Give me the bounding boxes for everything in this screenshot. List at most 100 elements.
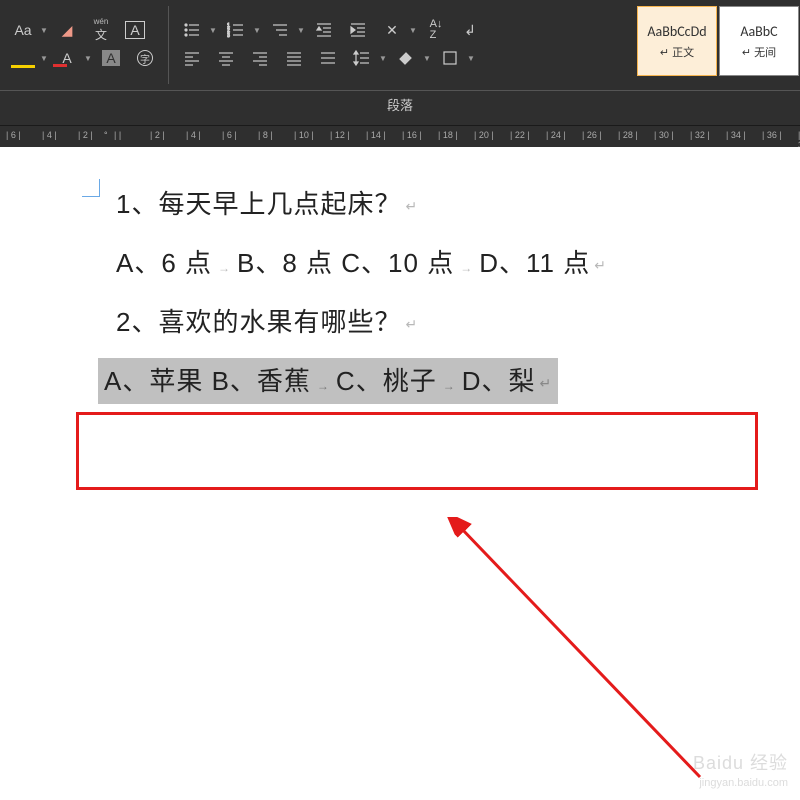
dropdown-icon[interactable]: ▼ — [209, 26, 217, 35]
text-line[interactable]: 2、喜欢的水果有哪些？↵ — [116, 303, 798, 342]
dropdown-icon[interactable]: ▼ — [379, 54, 387, 63]
align-center-button[interactable] — [211, 45, 241, 71]
ruler-tick: | 12 | — [330, 130, 350, 140]
watermark: Baidu 经验 jingyan.baidu.com — [693, 752, 788, 790]
ruler-tick: | 6 | — [6, 130, 21, 140]
align-right-button[interactable] — [245, 45, 275, 71]
ruler-tick: | 26 | — [582, 130, 602, 140]
selected-text[interactable]: A、苹果 B、香蕉→C、桃子→D、梨↵ — [98, 358, 558, 404]
show-marks-button[interactable]: ↲ — [455, 17, 485, 43]
ruler-tick: | 16 | — [402, 130, 422, 140]
text-line[interactable]: A、6 点→B、8 点 C、10 点→D、11 点↵ — [116, 244, 798, 283]
ruler-tick: | 8 | — [258, 130, 273, 140]
distribute-icon — [319, 49, 337, 67]
outdent-icon — [315, 21, 333, 39]
change-case-button[interactable]: Aa — [8, 17, 38, 43]
highlight-color-button[interactable] — [8, 45, 38, 71]
paragraph-mark-icon: ↵ — [405, 316, 418, 332]
ruler-tick: | 30 | — [654, 130, 674, 140]
dropdown-icon[interactable]: ▼ — [297, 26, 305, 35]
borders-button[interactable] — [435, 45, 465, 71]
line-spacing-icon — [353, 49, 371, 67]
ruler-tick: | 4 | — [42, 130, 57, 140]
ruler-tick: | 2 | — [78, 130, 93, 140]
text-line-selected[interactable]: A、苹果 B、香蕉→C、桃子→D、梨↵ — [98, 362, 798, 401]
font-color-button[interactable]: A — [52, 45, 82, 71]
ribbon: Aa▼ ◢ wén 文 A ▼ A▼ A 字 ▼ 123▼ ▼ — [0, 0, 800, 125]
bullets-button[interactable] — [177, 17, 207, 43]
paragraph-mark-icon: ↵ — [594, 257, 607, 273]
ruler-tick: | 24 | — [546, 130, 566, 140]
ruler-tick: | 14 | — [366, 130, 386, 140]
bullets-icon — [183, 21, 201, 39]
style-name-text: ↵ 无间 — [742, 44, 776, 60]
paragraph-mark-icon: ↵ — [405, 198, 418, 214]
ruler-tick: | 32 | — [690, 130, 710, 140]
svg-text:3: 3 — [227, 33, 230, 39]
paint-bucket-icon — [397, 49, 415, 67]
numbering-icon: 123 — [227, 21, 245, 39]
watermark-url: jingyan.baidu.com — [693, 776, 788, 790]
ruler-tick: | 20 | — [474, 130, 494, 140]
font-group: Aa▼ ◢ wén 文 A ▼ A▼ A 字 — [0, 0, 168, 90]
page-content[interactable]: 1、每天早上几点起床？↵ A、6 点→B、8 点 C、10 点→D、11 点↵ … — [98, 147, 798, 421]
asian-layout-button[interactable]: ✕ — [377, 17, 407, 43]
styles-gallery: AaBbCcDd ↵ 正文 AaBbC ↵ 无间 — [636, 0, 800, 90]
text-line[interactable]: 1、每天早上几点起床？↵ — [116, 185, 798, 224]
style-nospacing[interactable]: AaBbC ↵ 无间 — [719, 6, 799, 76]
increase-indent-button[interactable] — [343, 17, 373, 43]
annotation-highlight-box — [76, 412, 758, 490]
character-shading-button[interactable]: A — [96, 45, 126, 71]
indent-icon — [349, 21, 367, 39]
decrease-indent-button[interactable] — [309, 17, 339, 43]
line-spacing-button[interactable] — [347, 45, 377, 71]
align-left-button[interactable] — [177, 45, 207, 71]
ruler-tick: | 2 | — [150, 130, 165, 140]
dropdown-icon[interactable]: ▼ — [40, 26, 48, 35]
multilevel-list-button[interactable] — [265, 17, 295, 43]
align-justify-button[interactable] — [279, 45, 309, 71]
borders-icon — [441, 49, 459, 67]
question-1-options[interactable]: A、6 点→B、8 点 C、10 点→D、11 点 — [116, 248, 590, 278]
ruler-tick: | 22 | — [510, 130, 530, 140]
numbering-button[interactable]: 123 — [221, 17, 251, 43]
dropdown-icon[interactable]: ▼ — [423, 54, 431, 63]
phonetic-guide-button[interactable]: wén 文 — [86, 17, 116, 43]
dropdown-icon[interactable]: ▼ — [84, 54, 92, 63]
ruler-tick: | 28 | — [618, 130, 638, 140]
align-justify-icon — [285, 49, 303, 67]
align-right-icon — [251, 49, 269, 67]
sort-button[interactable]: A↓Z — [421, 17, 451, 43]
dropdown-icon[interactable]: ▼ — [409, 26, 417, 35]
style-normal[interactable]: AaBbCcDd ↵ 正文 — [637, 6, 717, 76]
ruler-tick: | 10 | — [294, 130, 314, 140]
paragraph-group: ▼ 123▼ ▼ ✕▼ A↓Z ↲ ▼ ▼ ▼ — [169, 0, 493, 90]
document-area[interactable]: 1、每天早上几点起床？↵ A、6 点→B、8 点 C、10 点→D、11 点↵ … — [0, 147, 800, 800]
distribute-button[interactable] — [313, 45, 343, 71]
ruler[interactable]: ◦ | 6 | | 4 | | 2 | | | | 2 | | 4 | | 6 | | 8 |… — [0, 125, 800, 147]
shading-button[interactable] — [391, 45, 421, 71]
dropdown-icon[interactable]: ▼ — [467, 54, 475, 63]
style-sample-text: AaBbCcDd — [647, 23, 706, 40]
ruler-tick: | 18 | — [438, 130, 458, 140]
clear-formatting-button[interactable]: ◢ — [52, 17, 82, 43]
paragraph-group-label: 段落 — [0, 90, 800, 118]
multilevel-icon — [271, 21, 289, 39]
character-border-button[interactable]: A — [120, 17, 150, 43]
ruler-tick: | 6 | — [222, 130, 237, 140]
question-1[interactable]: 1、每天早上几点起床？ — [116, 189, 401, 219]
align-left-icon — [183, 49, 201, 67]
question-2[interactable]: 2、喜欢的水果有哪些？ — [116, 307, 401, 337]
style-sample-text: AaBbC — [740, 23, 777, 40]
enclose-characters-button[interactable]: 字 — [130, 45, 160, 71]
align-center-icon — [217, 49, 235, 67]
watermark-brand: Baidu 经验 — [693, 752, 788, 775]
indent-marker-icon[interactable]: ◦ — [104, 128, 108, 139]
ruler-tick: | 4 | — [186, 130, 201, 140]
ribbon-controls: Aa▼ ◢ wén 文 A ▼ A▼ A 字 ▼ 123▼ ▼ — [0, 0, 800, 90]
ruler-tick: | 36 | — [762, 130, 782, 140]
ruler-tick: | 34 | — [726, 130, 746, 140]
ruler-tick: | | — [114, 130, 121, 140]
dropdown-icon[interactable]: ▼ — [253, 26, 261, 35]
dropdown-icon[interactable]: ▼ — [40, 54, 48, 63]
